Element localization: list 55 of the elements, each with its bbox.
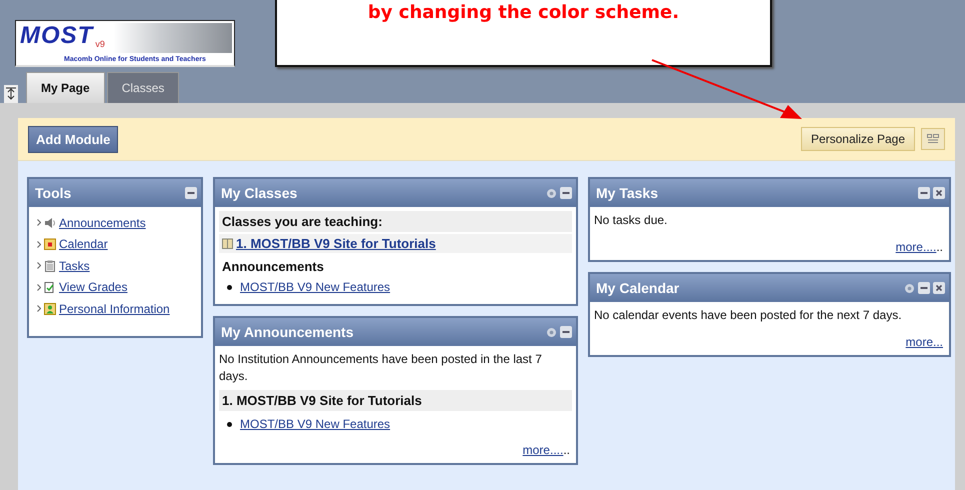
announcement-link[interactable]: MOST/BB V9 New Features xyxy=(240,280,390,294)
close-icon[interactable] xyxy=(933,282,945,294)
contact-card-icon xyxy=(44,302,56,315)
tool-link[interactable]: Calendar xyxy=(59,237,108,252)
chevron-icon xyxy=(37,219,41,226)
expand-icon[interactable] xyxy=(4,85,18,103)
settings-icon[interactable] xyxy=(546,326,557,338)
module-title: My Announcements xyxy=(221,324,354,340)
section-heading: Classes you are teaching: xyxy=(219,211,572,232)
module-title: My Tasks xyxy=(596,185,658,201)
more-link[interactable]: more.... xyxy=(522,443,564,457)
minimize-icon[interactable] xyxy=(560,187,572,199)
tab[interactable]: My Page xyxy=(26,72,105,103)
chevron-icon xyxy=(37,240,41,248)
chevron-icon xyxy=(37,305,41,312)
section-subheading: Announcements xyxy=(221,258,325,276)
logo-version: v9 xyxy=(95,39,105,49)
chevron-icon xyxy=(37,284,41,291)
bullet-icon xyxy=(227,284,232,290)
settings-icon[interactable] xyxy=(546,188,557,198)
bullet-icon xyxy=(227,422,232,426)
ellipsis-text: .. xyxy=(936,240,943,254)
section-heading: 1. MOST/BB V9 Site for Tutorials xyxy=(219,390,572,411)
logo-wordmark: MOST xyxy=(20,23,94,49)
close-icon[interactable] xyxy=(933,187,945,199)
module-message: No calendar events have been posted for the next 7 days. xyxy=(594,307,903,324)
ellipsis-text: .. xyxy=(563,443,570,457)
module-message: No tasks due. xyxy=(594,212,668,229)
speaker-icon xyxy=(44,216,56,229)
module-title: My Calendar xyxy=(596,280,680,296)
minimize-icon[interactable] xyxy=(560,326,572,338)
grades-icon xyxy=(44,281,56,294)
calendar-icon xyxy=(44,238,56,250)
book-icon xyxy=(222,238,233,249)
minimize-icon[interactable] xyxy=(185,187,197,199)
module-message: No Institution Announcements have been posted in the last 7 days. xyxy=(219,351,543,385)
tool-link[interactable]: View Grades xyxy=(59,280,128,294)
callout-text: by changing the color scheme. xyxy=(368,2,680,24)
settings-icon[interactable] xyxy=(904,282,915,294)
announcement-link[interactable]: MOST/BB V9 New Features xyxy=(240,417,390,431)
personalize-page-button[interactable]: Personalize Page xyxy=(800,127,915,151)
module-title: Tools xyxy=(35,185,72,201)
tool-link[interactable]: Announcements xyxy=(59,216,146,230)
more-link[interactable]: more... xyxy=(906,335,943,349)
add-module-button[interactable]: Add Module xyxy=(28,126,118,152)
clipboard-icon xyxy=(44,260,56,272)
more-link[interactable]: more.... xyxy=(896,240,936,254)
minimize-icon[interactable] xyxy=(918,187,930,199)
tool-link[interactable]: Tasks xyxy=(59,258,90,273)
module-title: My Classes xyxy=(221,185,298,201)
tool-link[interactable]: Personal Information xyxy=(59,302,170,316)
chevron-icon xyxy=(37,262,41,270)
minimize-icon[interactable] xyxy=(918,282,930,294)
tab[interactable]: Classes xyxy=(106,72,180,103)
layout-icon[interactable] xyxy=(921,128,945,150)
